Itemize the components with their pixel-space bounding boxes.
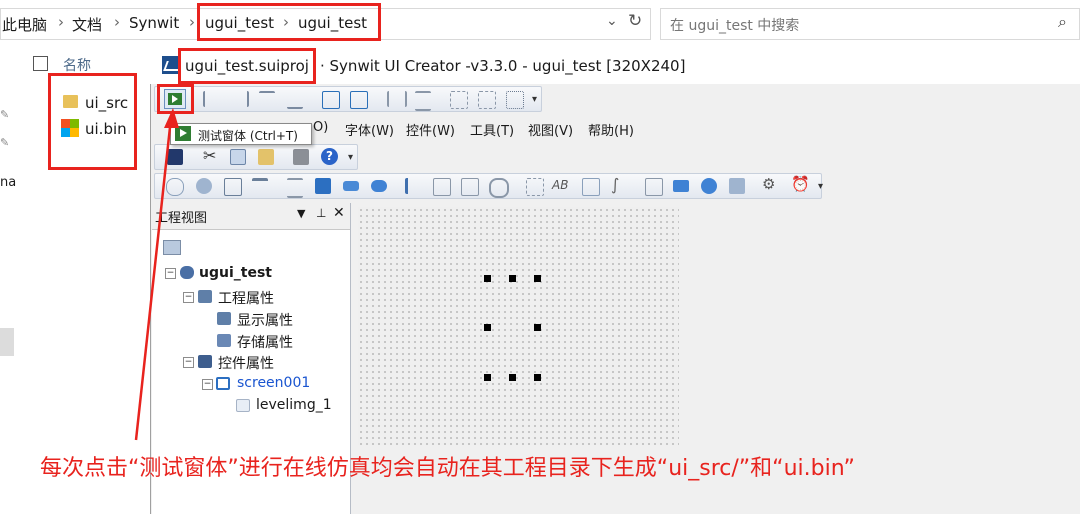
annotation-caption: 每次点击“测试窗体”进行在线仿真均会自动在其工程目录下生成“ui_src/”和“… xyxy=(40,456,855,481)
annotation-arrow xyxy=(134,108,179,441)
